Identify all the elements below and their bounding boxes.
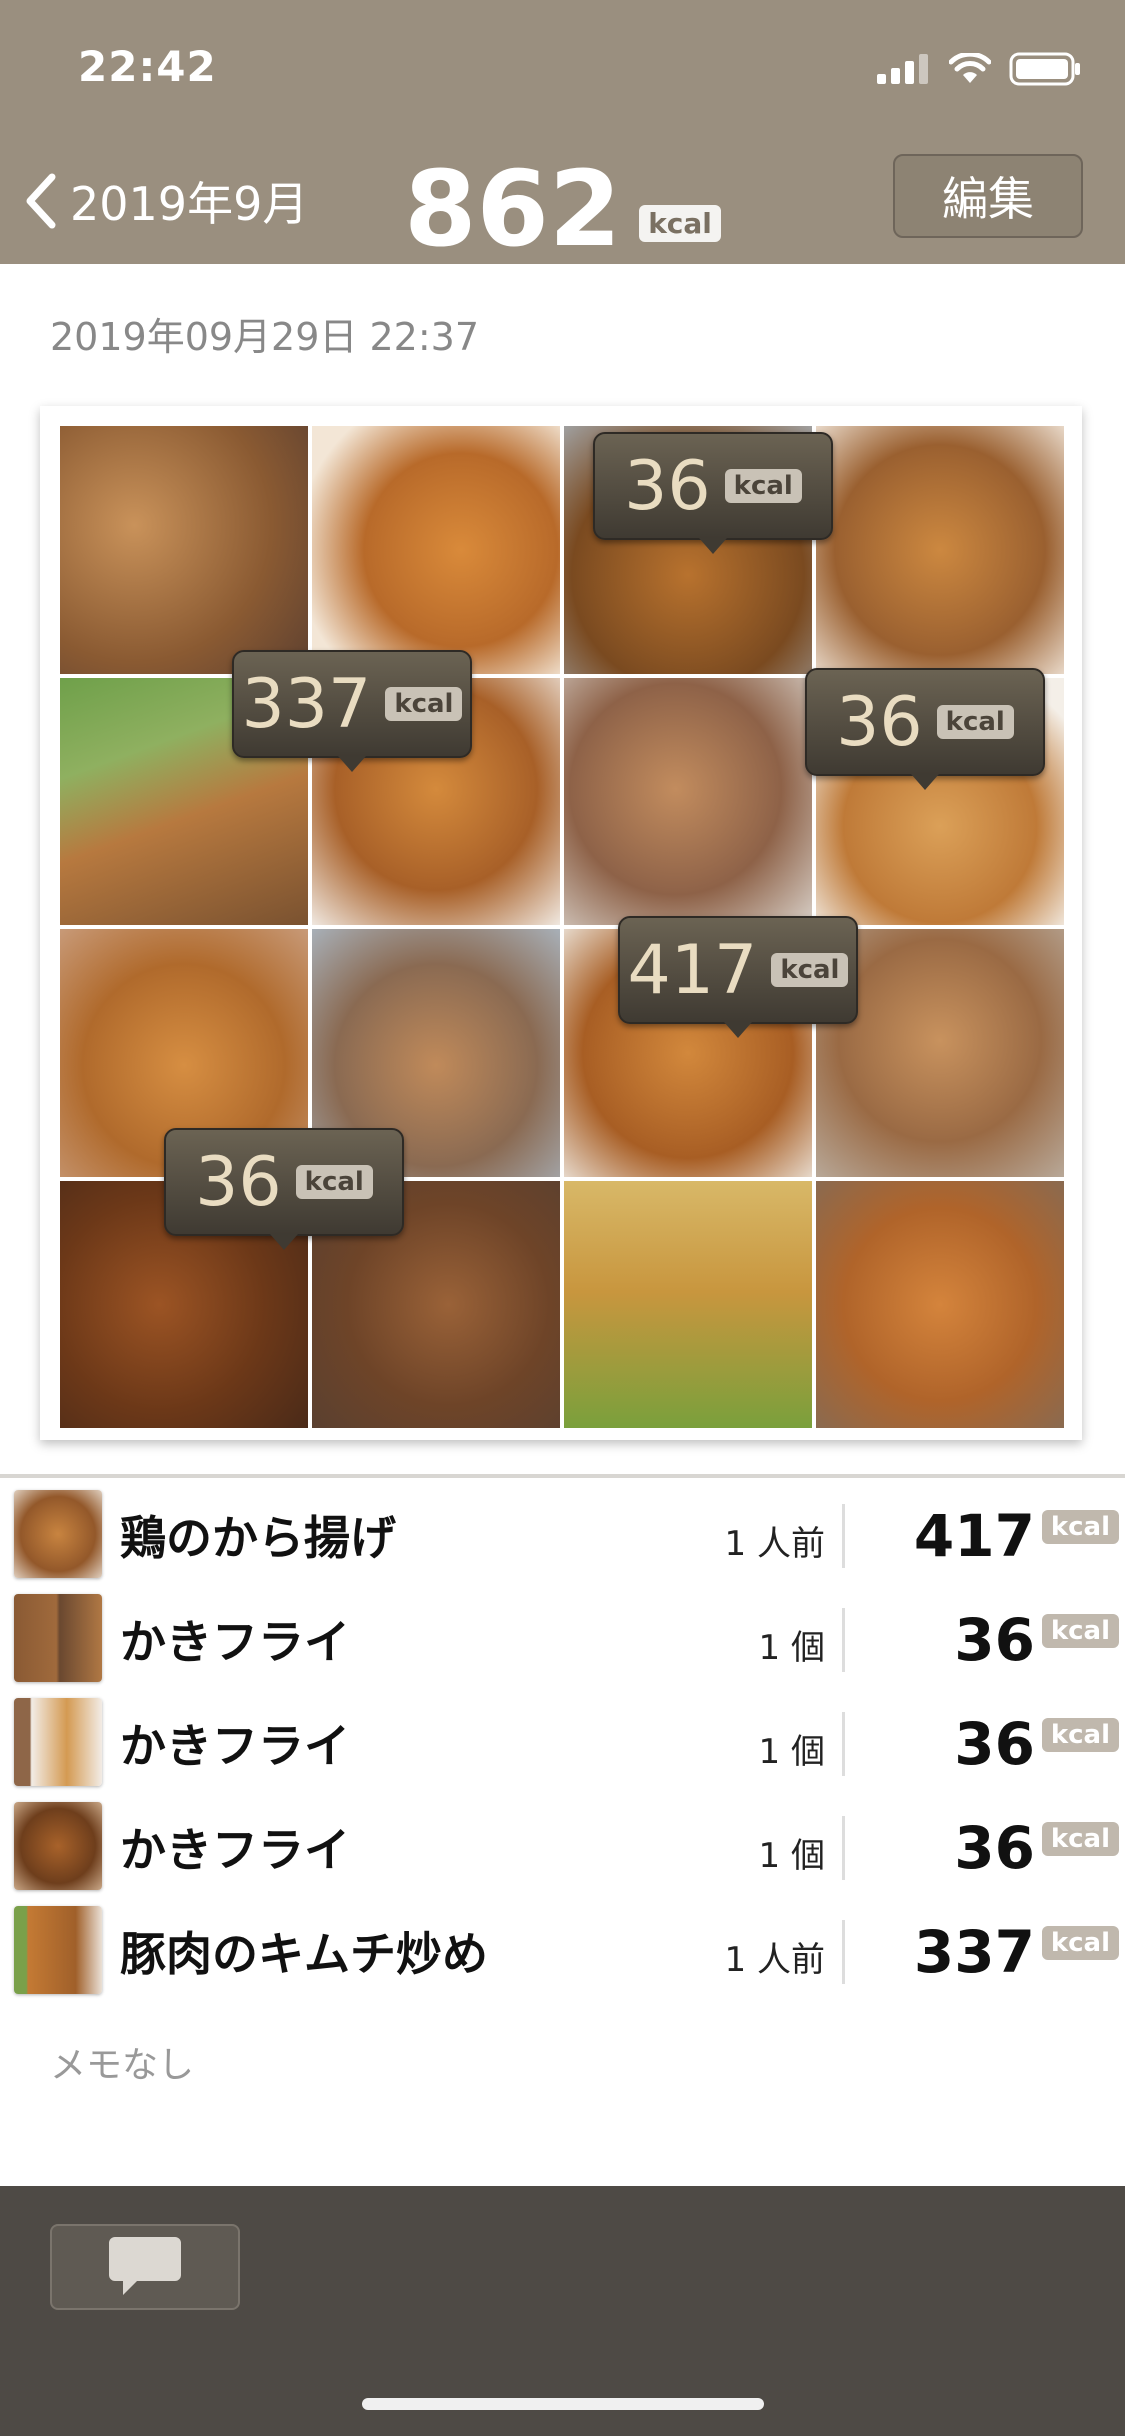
calorie-bubble[interactable]: 36 kcal — [164, 1128, 404, 1250]
bottom-toolbar — [0, 2186, 1125, 2436]
food-item-portion: 1 人前 — [724, 1524, 825, 1564]
total-kcal-unit: kcal — [639, 204, 721, 242]
food-item-thumbnail — [14, 1906, 102, 1994]
bubble-kcal-value: 36 — [195, 1142, 282, 1222]
food-item-portion: 1 個 — [758, 1628, 825, 1668]
bubble-kcal-value: 36 — [836, 682, 923, 762]
photo-tile — [816, 426, 1064, 674]
food-item-list: 鶏のから揚げ 1 人前 417 kcal かきフライ 1 個 36 kcal か… — [0, 1480, 1125, 2000]
food-item-kcal-unit: kcal — [1041, 1614, 1119, 1648]
food-item-portion: 1 個 — [758, 1732, 825, 1772]
signal-icon — [877, 54, 928, 84]
food-item-kcal: 417 — [913, 1502, 1035, 1570]
status-time: 22:42 — [78, 42, 217, 91]
row-divider — [842, 1712, 845, 1776]
battery-icon — [1009, 52, 1080, 86]
food-item-kcal: 36 — [954, 1606, 1035, 1674]
food-item-row[interactable]: 豚肉のキムチ炒め 1 人前 337 kcal — [0, 1896, 1125, 2000]
home-indicator — [362, 2398, 764, 2410]
food-item-name: かきフライ — [120, 1615, 350, 1669]
calorie-bubble[interactable]: 417 kcal — [618, 916, 858, 1038]
food-item-thumbnail — [14, 1490, 102, 1578]
edit-button[interactable]: 編集 — [893, 154, 1083, 238]
food-item-row[interactable]: かきフライ 1 個 36 kcal — [0, 1792, 1125, 1896]
food-item-thumbnail — [14, 1594, 102, 1682]
photo-tile — [564, 677, 812, 925]
total-kcal-value: 862 — [404, 148, 622, 270]
wifi-icon — [949, 53, 991, 83]
food-item-row[interactable]: かきフライ 1 個 36 kcal — [0, 1584, 1125, 1688]
food-item-kcal-unit: kcal — [1041, 1718, 1119, 1752]
row-divider — [842, 1816, 845, 1880]
row-divider — [842, 1504, 845, 1568]
food-item-kcal-unit: kcal — [1041, 1822, 1119, 1856]
food-item-name: かきフライ — [120, 1823, 350, 1877]
photo-tile — [816, 1180, 1064, 1428]
food-item-portion: 1 個 — [758, 1836, 825, 1876]
comment-button[interactable] — [50, 2224, 240, 2310]
food-item-name: 豚肉のキムチ炒め — [120, 1927, 488, 1981]
bubble-kcal-unit: kcal — [724, 469, 802, 503]
food-item-kcal: 337 — [913, 1918, 1035, 1986]
food-item-kcal-unit: kcal — [1041, 1510, 1119, 1544]
food-item-portion: 1 人前 — [724, 1940, 825, 1980]
bubble-kcal-unit: kcal — [385, 687, 463, 721]
photo-tile — [312, 426, 560, 674]
memo-text[interactable]: メモなし — [50, 2036, 194, 2088]
food-item-kcal: 36 — [954, 1814, 1035, 1882]
meal-datetime: 2019年09月29日 22:37 — [50, 315, 480, 359]
photo-grid — [60, 426, 1064, 1428]
calorie-bubble[interactable]: 36 kcal — [805, 668, 1045, 790]
food-item-row[interactable]: 鶏のから揚げ 1 人前 417 kcal — [0, 1480, 1125, 1584]
food-item-name: 鶏のから揚げ — [120, 1511, 396, 1565]
comment-bubble-icon — [109, 2237, 181, 2295]
photo-tile — [60, 426, 308, 674]
bubble-kcal-unit: kcal — [771, 953, 849, 987]
row-divider — [842, 1920, 845, 1984]
photo-tile — [564, 1180, 812, 1428]
row-divider — [842, 1608, 845, 1672]
food-item-kcal: 36 — [954, 1710, 1035, 1778]
status-icons — [877, 52, 1081, 86]
food-item-thumbnail — [14, 1802, 102, 1890]
food-item-name: かきフライ — [120, 1719, 350, 1773]
meal-photo-collage[interactable]: 36 kcal 337 kcal 36 kcal 417 kcal 36 kcal — [40, 406, 1082, 1440]
section-divider — [0, 1474, 1125, 1478]
bubble-kcal-value: 36 — [624, 446, 711, 526]
calorie-bubble[interactable]: 337 kcal — [232, 650, 472, 772]
food-item-kcal-unit: kcal — [1041, 1926, 1119, 1960]
food-item-row[interactable]: かきフライ 1 個 36 kcal — [0, 1688, 1125, 1792]
bubble-kcal-value: 417 — [627, 930, 758, 1010]
bubble-kcal-unit: kcal — [936, 705, 1014, 739]
calorie-bubble[interactable]: 36 kcal — [593, 432, 833, 554]
nav-header: 22:42 2019年9月 862 kcal 編集 — [0, 0, 1125, 270]
food-item-thumbnail — [14, 1698, 102, 1786]
bubble-kcal-value: 337 — [241, 664, 372, 744]
bubble-kcal-unit: kcal — [295, 1165, 373, 1199]
